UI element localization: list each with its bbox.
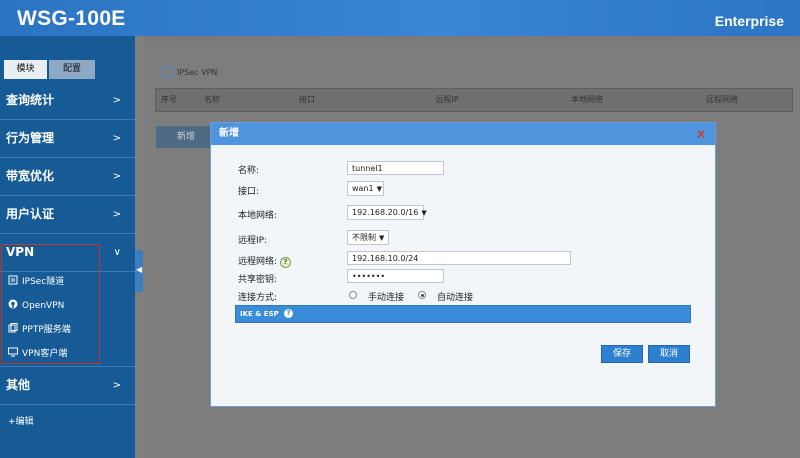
- chevron-right-icon: >: [112, 133, 121, 144]
- page-title-text: IPSec VPN: [177, 68, 218, 77]
- sidebar-subitem-label: PPTP服务端: [22, 325, 71, 335]
- monitor-icon: [8, 345, 18, 357]
- tunnel-icon: [8, 273, 18, 285]
- sidebar-item-label: 查询统计: [6, 93, 55, 107]
- connection-mode-label: 连接方式:: [238, 293, 278, 303]
- interface-label: 接口:: [238, 187, 260, 197]
- name-label: 名称:: [238, 166, 260, 176]
- tab-modules[interactable]: 模块: [4, 60, 47, 79]
- sidebar-subitem-label: IPSec隧道: [22, 277, 65, 287]
- name-field[interactable]: tunnel1: [347, 161, 444, 175]
- local-network-value: 192.168.20.0/16: [352, 208, 419, 217]
- sidebar-subitem-label: OpenVPN: [22, 301, 65, 311]
- remote-ip-select[interactable]: 不限制 ▼: [347, 230, 389, 245]
- sidebar-subitem-pptp[interactable]: PPTP服务端: [8, 320, 71, 340]
- sidebar: 模块 配置 查询统计 > 行为管理 > 带宽优化 > 用户认证 > VPN ∨ …: [0, 36, 135, 458]
- add-tunnel-button[interactable]: 新增: [156, 126, 216, 148]
- sidebar-item-label: 其他: [6, 378, 31, 392]
- auto-connect-radio[interactable]: [418, 291, 426, 299]
- page-title: IPSec VPN: [163, 66, 217, 77]
- tab-config[interactable]: 配置: [49, 60, 95, 79]
- ike-esp-label: IKE & ESP: [240, 310, 279, 318]
- manual-connect-radio[interactable]: [349, 291, 357, 299]
- sidebar-item-label: 用户认证: [6, 207, 55, 221]
- interface-select[interactable]: wan1 ▼: [347, 181, 384, 196]
- caret-down-icon: ▼: [376, 185, 382, 193]
- chevron-right-icon: >: [112, 209, 121, 220]
- sidebar-item-user-auth[interactable]: 用户认证 >: [0, 196, 135, 234]
- cancel-button[interactable]: 取消: [648, 345, 690, 363]
- help-icon[interactable]: ?: [284, 309, 293, 318]
- ike-esp-section-toggle[interactable]: IKE & ESP ?: [235, 305, 691, 323]
- edition-label: Enterprise: [714, 13, 784, 29]
- save-button[interactable]: 保存: [601, 345, 643, 363]
- sidebar-item-other[interactable]: 其他 >: [0, 366, 135, 405]
- add-dialog: 新增 × 名称: tunnel1 接口: wan1 ▼ 本地网络: 192.168…: [210, 122, 716, 407]
- sidebar-subitem-ipsec[interactable]: IPSec隧道: [8, 272, 64, 292]
- content-top-strip: [145, 36, 800, 46]
- help-icon[interactable]: ?: [280, 257, 292, 268]
- column-header: 远程IP: [435, 95, 459, 104]
- top-header: WSG-100E Enterprise: [0, 0, 800, 36]
- column-header: 序号: [161, 95, 177, 104]
- caret-left-icon: ◀: [136, 265, 143, 274]
- dialog-header: 新增 ×: [211, 123, 715, 145]
- column-header: 名称: [204, 95, 220, 104]
- openvpn-icon: [8, 297, 18, 309]
- product-logo-text: WSG-100E: [17, 7, 126, 30]
- auto-connect-label: 自动连接: [437, 293, 474, 303]
- chevron-down-icon: ∨: [113, 247, 121, 258]
- local-network-label: 本地网络:: [238, 211, 278, 221]
- sidebar-item-bandwidth-opt[interactable]: 带宽优化 >: [0, 158, 135, 196]
- sidebar-subitem-openvpn[interactable]: OpenVPN: [8, 296, 64, 316]
- close-icon[interactable]: ×: [696, 123, 706, 145]
- remote-ip-value: 不限制: [352, 233, 376, 242]
- manual-connect-label: 手动连接: [368, 293, 405, 303]
- dialog-title: 新增: [219, 128, 239, 139]
- edit-link[interactable]: +编辑: [8, 414, 34, 427]
- local-network-select[interactable]: 192.168.20.0/16 ▼: [347, 205, 427, 220]
- caret-down-icon: ▼: [421, 209, 427, 217]
- sidebar-item-label: 带宽优化: [6, 169, 55, 183]
- sidebar-subitem-vpn-client[interactable]: VPN客户端: [8, 344, 67, 364]
- column-header: 本地网络: [571, 95, 603, 104]
- remote-network-label-text: 远程网络:: [238, 257, 278, 267]
- caret-down-icon: ▼: [379, 234, 385, 242]
- column-header: 远程网络: [706, 95, 738, 104]
- server-icon: [8, 321, 18, 333]
- document-icon: [163, 66, 173, 77]
- sidebar-item-label: 行为管理: [6, 131, 55, 145]
- chevron-right-icon: >: [112, 380, 121, 391]
- remote-network-label: 远程网络:?: [238, 254, 292, 268]
- remote-network-field[interactable]: 192.168.10.0/24: [347, 251, 571, 265]
- psk-field[interactable]: •••••••: [347, 269, 444, 283]
- chevron-right-icon: >: [112, 171, 121, 182]
- remote-ip-label: 远程IP:: [238, 236, 268, 246]
- sidebar-item-behavior-mgmt[interactable]: 行为管理 >: [0, 120, 135, 158]
- interface-select-value: wan1: [352, 184, 374, 193]
- psk-label: 共享密钥:: [238, 275, 278, 285]
- column-header: 接口: [299, 95, 315, 104]
- sidebar-subitem-label: VPN客户端: [22, 349, 68, 359]
- sidebar-item-query-stats[interactable]: 查询统计 >: [0, 82, 135, 120]
- sidebar-collapse-handle[interactable]: ◀: [135, 250, 143, 292]
- table-header: 序号 名称 接口 远程IP 本地网络 远程网络: [155, 88, 793, 112]
- chevron-right-icon: >: [112, 95, 121, 106]
